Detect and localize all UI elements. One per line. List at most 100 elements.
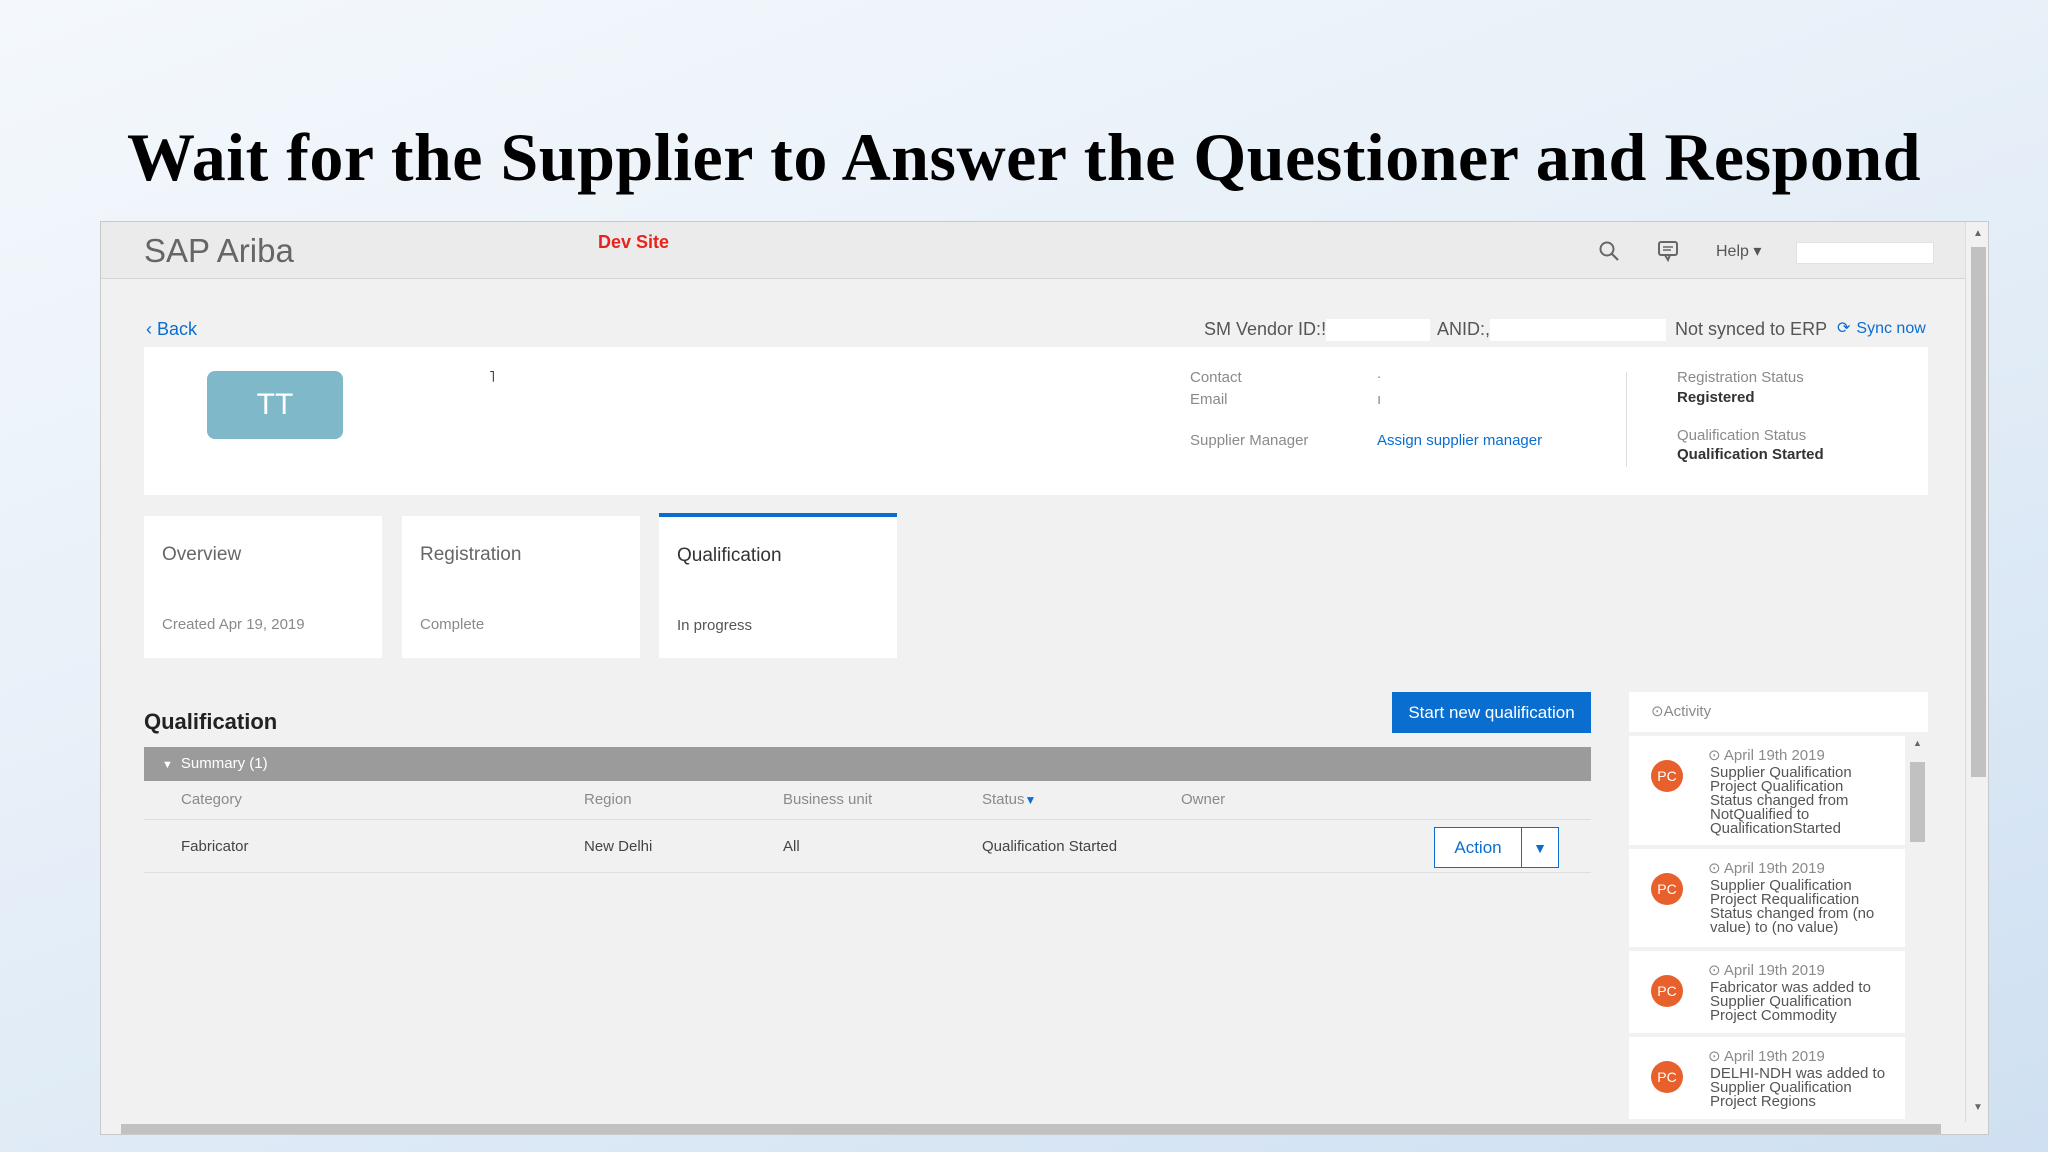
chat-icon[interactable] xyxy=(1656,239,1680,263)
vertical-scrollbar[interactable]: ▲ ▼ xyxy=(1965,222,1988,1122)
caret-down-icon: ▼ xyxy=(162,759,173,771)
column-header-region[interactable]: Region xyxy=(584,791,632,808)
activity-text: Supplier Qualification Project Requalifi… xyxy=(1710,878,1900,936)
scroll-up-icon[interactable]: ▲ xyxy=(1913,738,1922,748)
qualification-heading: Qualification xyxy=(144,709,278,734)
sm-vendor-label: SM Vendor ID: xyxy=(1204,319,1322,339)
help-menu[interactable]: Help ▾ xyxy=(1716,241,1761,261)
activity-item[interactable]: PC ⊙ April 19th 2019 Supplier Qualificat… xyxy=(1629,736,1905,845)
column-header-business-unit[interactable]: Business unit xyxy=(783,791,872,808)
activity-scroll-thumb[interactable] xyxy=(1910,762,1925,842)
qualification-status-label: Qualification Status xyxy=(1677,427,1807,444)
summary-group-header[interactable]: ▼ Summary (1) xyxy=(144,747,1591,781)
table-row[interactable]: Fabricator New Delhi All Qualification S… xyxy=(144,819,1591,873)
scroll-down-icon[interactable]: ▼ xyxy=(1973,1102,1983,1113)
cell-status: Qualification Started xyxy=(982,838,1118,855)
tile-title: Registration xyxy=(420,544,522,565)
supplier-manager-label: Supplier Manager xyxy=(1190,432,1309,449)
clock-icon: ⊙ xyxy=(1651,703,1664,720)
email-value: ı xyxy=(1377,391,1382,408)
chevron-down-icon: ▼ xyxy=(1533,839,1547,856)
activity-date: ⊙ April 19th 2019 xyxy=(1708,859,1825,877)
tab-overview[interactable]: Overview Created Apr 19, 2019 xyxy=(144,516,382,658)
activity-text: DELHI-NDH was added to Supplier Qualific… xyxy=(1710,1066,1900,1110)
activity-header: ⊙Activity xyxy=(1629,692,1928,732)
column-header-status[interactable]: Status▼ xyxy=(982,791,1036,808)
activity-title: Activity xyxy=(1663,703,1712,720)
horizontal-scrollbar[interactable] xyxy=(101,1122,1965,1134)
activity-date-text: April 19th 2019 xyxy=(1723,1048,1825,1065)
redacted-value xyxy=(1490,319,1667,342)
status-header-label: Status xyxy=(982,791,1025,808)
activity-date-text: April 19th 2019 xyxy=(1723,747,1825,764)
clock-icon: ⊙ xyxy=(1708,1048,1724,1065)
filter-icon[interactable]: ▼ xyxy=(1025,793,1037,807)
action-button[interactable]: Action xyxy=(1434,827,1522,868)
activity-line: value) to (no value) xyxy=(1710,919,1839,936)
activity-date: ⊙ April 19th 2019 xyxy=(1708,1047,1825,1065)
activity-line: Project Commodity xyxy=(1710,1007,1837,1024)
search-icon[interactable] xyxy=(1597,239,1621,263)
tile-subtitle: In progress xyxy=(677,617,753,634)
dev-site-label: Dev Site xyxy=(598,232,670,252)
redacted-value xyxy=(1326,319,1431,342)
avatar: PC xyxy=(1651,975,1683,1007)
action-dropdown-button[interactable]: ▼ xyxy=(1521,827,1559,868)
qualification-status-value: Qualification Started xyxy=(1677,446,1824,463)
tile-subtitle: Created Apr 19, 2019 xyxy=(162,616,305,633)
anid-label: ANID: xyxy=(1437,319,1486,339)
scroll-up-icon[interactable]: ▲ xyxy=(1973,228,1983,239)
email-label: Email xyxy=(1190,391,1228,408)
sm-vendor-id: SM Vendor ID:! xyxy=(1204,319,1431,342)
tile-title: Qualification xyxy=(677,545,782,566)
card-divider xyxy=(1626,372,1627,467)
erp-status: Not synced to ERP xyxy=(1675,319,1828,339)
user-menu-field[interactable] xyxy=(1796,242,1934,264)
contact-label: Contact xyxy=(1190,369,1242,386)
column-header-category[interactable]: Category xyxy=(181,791,242,808)
supplier-avatar: TT xyxy=(207,371,343,439)
sap-ariba-logo: SAP Ariba xyxy=(144,232,294,269)
summary-label: Summary (1) xyxy=(180,755,268,772)
hscroll-thumb[interactable] xyxy=(121,1124,1941,1134)
avatar: PC xyxy=(1651,1061,1683,1093)
activity-line: Project Regions xyxy=(1710,1093,1816,1110)
qualification-table: Category Region Business unit Status▼ Ow… xyxy=(144,781,1591,873)
tile-title: Overview xyxy=(162,544,242,565)
registration-status-label: Registration Status xyxy=(1677,369,1804,386)
activity-scrollbar[interactable]: ▲ xyxy=(1907,736,1928,1122)
slide-title: Wait for the Supplier to Answer the Ques… xyxy=(126,119,1922,195)
activity-item[interactable]: PC ⊙ April 19th 2019 Supplier Qualificat… xyxy=(1629,849,1905,947)
clock-icon: ⊙ xyxy=(1708,962,1724,979)
activity-text: Supplier Qualification Project Qualifica… xyxy=(1710,765,1900,837)
activity-text: Fabricator was added to Supplier Qualifi… xyxy=(1710,980,1900,1024)
contact-value: . xyxy=(1377,365,1382,382)
start-new-qualification-button[interactable]: Start new qualification xyxy=(1392,692,1591,733)
activity-date: ⊙ April 19th 2019 xyxy=(1708,746,1825,764)
activity-panel: ⊙Activity ▲ PC ⊙ April 19th 2019 Supplie… xyxy=(1629,692,1928,1122)
sync-now-button[interactable]: ⟳ Sync now xyxy=(1837,318,1926,338)
column-header-owner[interactable]: Owner xyxy=(1181,791,1225,808)
cell-region: New Delhi xyxy=(584,838,653,855)
activity-item[interactable]: PC ⊙ April 19th 2019 DELHI-NDH was added… xyxy=(1629,1037,1905,1119)
clock-icon: ⊙ xyxy=(1708,747,1724,764)
cell-business-unit: All xyxy=(783,838,800,855)
back-link[interactable]: ‹ Back xyxy=(146,319,197,340)
avatar: PC xyxy=(1651,760,1683,792)
activity-date: ⊙ April 19th 2019 xyxy=(1708,961,1825,979)
sync-now-label: Sync now xyxy=(1856,320,1926,337)
activity-item[interactable]: PC ⊙ April 19th 2019 Fabricator was adde… xyxy=(1629,951,1905,1033)
app-window: SAP Ariba Dev Site Help ▾ ▲ ▼ ‹ Back SM … xyxy=(100,221,1989,1135)
scroll-thumb[interactable] xyxy=(1971,247,1986,777)
activity-line: QualificationStarted xyxy=(1710,820,1841,837)
tab-registration[interactable]: Registration Complete xyxy=(402,516,640,658)
supplier-card: TT ˥ Contact . Email ı Supplier Manager … xyxy=(144,347,1928,495)
assign-supplier-manager-link[interactable]: Assign supplier manager xyxy=(1377,432,1542,449)
tile-subtitle: Complete xyxy=(420,616,485,633)
activity-date-text: April 19th 2019 xyxy=(1723,860,1825,877)
tab-qualification[interactable]: Qualification In progress xyxy=(659,513,897,658)
cell-category: Fabricator xyxy=(181,838,249,855)
registration-status-value: Registered xyxy=(1677,389,1755,406)
clock-icon: ⊙ xyxy=(1708,860,1724,877)
avatar: PC xyxy=(1651,873,1683,905)
